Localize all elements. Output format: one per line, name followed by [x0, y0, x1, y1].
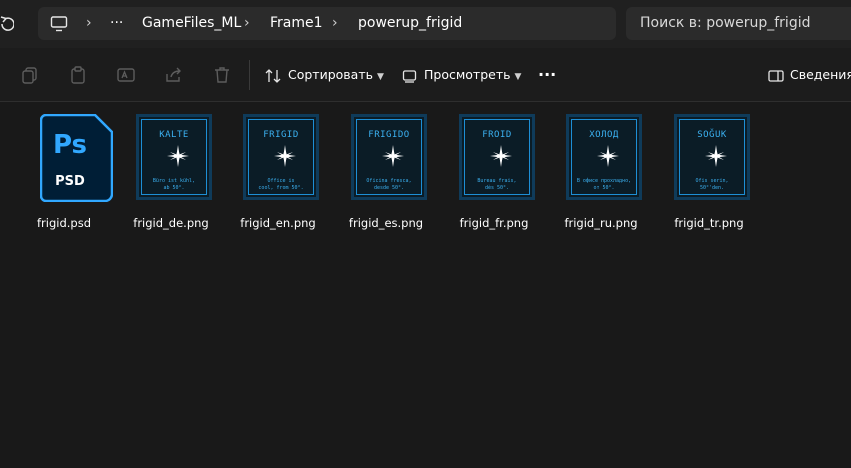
copy-icon[interactable]: [20, 65, 40, 85]
photoshop-logo: Ps: [52, 130, 88, 160]
thumbnail-title: FRIGIDO: [368, 130, 410, 140]
navigation-bar: › ··· GameFiles_ML › Frame1 › powerup_fr…: [0, 0, 851, 48]
thumbnail-title: FROID: [482, 130, 512, 140]
thumbnail-border: KALTE Büro ist kühl, ab 50°.: [141, 119, 207, 195]
file-item[interactable]: FRIGIDO Oficina fresca, desde 50°. frigi…: [336, 112, 436, 230]
thumbnail-border: FRIGID Office is cool, from 50°.: [248, 119, 314, 195]
snowflake-star-icon: [597, 145, 619, 167]
file-name: frigid_fr.png: [459, 216, 529, 230]
rename-icon[interactable]: [116, 65, 136, 85]
thumbnail-caption: В офисе прохладно, от 50°.: [576, 178, 632, 191]
chevron-down-icon: ▼: [376, 72, 384, 82]
share-icon[interactable]: [164, 65, 184, 85]
thumbnail-title: FRIGID: [263, 130, 299, 140]
image-thumbnail: FROID Bureau frais, dès 50°.: [459, 114, 535, 200]
file-item[interactable]: FRIGID Office is cool, from 50°. frigid_…: [228, 112, 328, 230]
thumbnail-title: KALTE: [159, 130, 189, 140]
view-icon: [402, 69, 417, 83]
breadcrumb-gamefiles-ml[interactable]: GameFiles_ML: [142, 7, 241, 40]
thumbnail-border: FRIGIDO Oficina fresca, desde 50°.: [356, 119, 422, 195]
file-item[interactable]: SOĞUK Ofis serin, 50°'den. frigid_tr.png: [659, 112, 759, 230]
thumbnail-border: FROID Bureau frais, dès 50°.: [464, 119, 530, 195]
snowflake-star-icon: [167, 145, 189, 167]
image-thumbnail: ХОЛОД В офисе прохладно, от 50°.: [566, 114, 642, 200]
image-thumbnail: KALTE Büro ist kühl, ab 50°.: [136, 114, 212, 200]
thumbnail-caption: Office is cool, from 50°.: [258, 178, 304, 191]
thumbnail-caption: Ofis serin, 50°'den.: [695, 178, 729, 191]
file-name: frigid.psd: [36, 216, 91, 230]
paste-icon[interactable]: [68, 65, 88, 85]
file-name: frigid_tr.png: [674, 216, 744, 230]
command-bar: Сортировать ▼ Просмотреть ▼ ··· Сведения: [0, 48, 851, 102]
breadcrumb-more-button[interactable]: ···: [110, 7, 123, 40]
image-thumbnail: FRIGID Office is cool, from 50°.: [243, 114, 319, 200]
thumbnail-caption: Bureau frais, dès 50°.: [477, 178, 517, 191]
file-name: frigid_es.png: [348, 216, 424, 230]
file-list: Ps PSD frigid.psd KALTE Büro ist kühl, a…: [0, 102, 851, 468]
view-label: Просмотреть: [424, 67, 511, 82]
thumbnail-caption: Oficina fresca, desde 50°.: [366, 178, 412, 191]
thumbnail-title: SOĞUK: [697, 130, 727, 140]
more-options-button[interactable]: ···: [538, 64, 556, 86]
file-name: frigid_en.png: [240, 216, 316, 230]
snowflake-star-icon: [490, 145, 512, 167]
chevron-right-icon[interactable]: ›: [332, 7, 338, 40]
sort-icon: [265, 68, 281, 83]
image-thumbnail: SOĞUK Ofis serin, 50°'den.: [674, 114, 750, 200]
file-name: frigid_de.png: [133, 216, 209, 230]
chevron-right-icon[interactable]: ›: [86, 7, 92, 40]
breadcrumb-frame1[interactable]: Frame1: [270, 7, 323, 40]
refresh-icon[interactable]: [0, 14, 16, 34]
thumbnail-title: ХОЛОД: [589, 130, 619, 140]
image-thumbnail: FRIGIDO Oficina fresca, desde 50°.: [351, 114, 427, 200]
details-button[interactable]: Сведения: [768, 64, 851, 86]
address-bar[interactable]: › ··· GameFiles_ML › Frame1 › powerup_fr…: [38, 7, 616, 40]
sort-label: Сортировать: [288, 67, 373, 82]
toolbar-divider: [249, 60, 250, 90]
details-label: Сведения: [790, 67, 851, 82]
snowflake-star-icon: [705, 145, 727, 167]
thumbnail-border: ХОЛОД В офисе прохладно, от 50°.: [571, 119, 637, 195]
snowflake-star-icon: [274, 145, 296, 167]
file-name: frigid_ru.png: [564, 216, 638, 230]
file-item[interactable]: Ps PSD frigid.psd: [14, 112, 114, 230]
file-item[interactable]: FROID Bureau frais, dès 50°. frigid_fr.p…: [444, 112, 544, 230]
breadcrumb-powerup-frigid[interactable]: powerup_frigid: [358, 7, 462, 40]
thumbnail-border: SOĞUK Ofis serin, 50°'den.: [679, 119, 745, 195]
details-pane-icon: [768, 69, 784, 82]
view-button[interactable]: Просмотреть ▼: [402, 64, 521, 86]
search-input[interactable]: Поиск в: powerup_frigid: [626, 7, 851, 40]
file-item[interactable]: KALTE Büro ist kühl, ab 50°. frigid_de.p…: [121, 112, 221, 230]
sort-button[interactable]: Сортировать ▼: [264, 64, 384, 86]
thumbnail-caption: Büro ist kühl, ab 50°.: [152, 178, 196, 191]
chevron-down-icon: ▼: [514, 72, 522, 82]
file-item[interactable]: ХОЛОД В офисе прохладно, от 50°. frigid_…: [551, 112, 651, 230]
this-pc-icon[interactable]: [50, 7, 68, 40]
file-extension-label: PSD: [55, 174, 85, 189]
chevron-right-icon[interactable]: ›: [244, 7, 250, 40]
snowflake-star-icon: [382, 145, 404, 167]
delete-icon[interactable]: [212, 65, 232, 85]
